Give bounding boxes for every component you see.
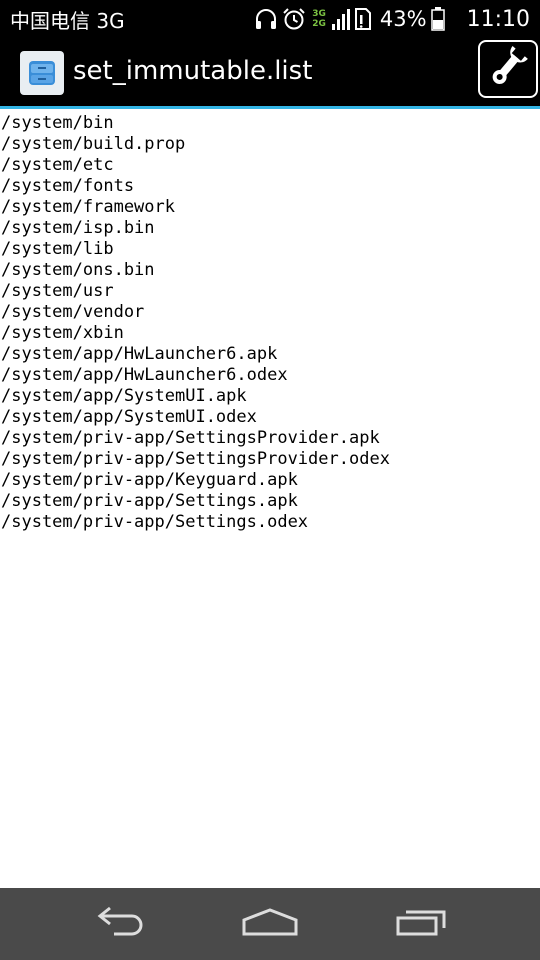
wrench-icon — [483, 44, 533, 94]
battery-percent: 43% — [379, 7, 427, 31]
recents-icon — [394, 906, 450, 942]
list-item: /system/priv-app/Settings.odex — [1, 512, 309, 532]
signal-icon — [331, 8, 350, 30]
list-item: /system/vendor — [1, 302, 145, 322]
list-item: /system/app/SystemUI.odex — [1, 407, 257, 427]
screen: 中国电信 3G 3G 2G 43% 11:10 set_immutable.li… — [0, 0, 540, 960]
status-bar: 中国电信 3G 3G 2G 43% 11:10 — [0, 0, 540, 38]
tools-button[interactable] — [478, 40, 538, 98]
list-item: /system/etc — [1, 155, 114, 175]
list-item: /system/priv-app/SettingsProvider.odex — [1, 449, 390, 469]
network-type-bottom: 2G — [312, 19, 326, 29]
carrier-label: 中国电信 3G — [10, 8, 125, 33]
clock: 11:10 — [466, 6, 530, 32]
list-item: /system/priv-app/Settings.apk — [1, 491, 298, 511]
file-manager-icon[interactable] — [20, 51, 64, 95]
home-button[interactable] — [230, 904, 310, 944]
sim-icon — [354, 7, 372, 31]
list-item: /system/framework — [1, 197, 175, 217]
home-icon — [241, 906, 299, 942]
action-bar: set_immutable.list — [0, 38, 540, 106]
list-item: /system/xbin — [1, 323, 124, 343]
recents-button[interactable] — [382, 904, 462, 944]
list-item: /system/app/HwLauncher6.apk — [1, 344, 278, 364]
list-item: /system/fonts — [1, 176, 135, 196]
list-item: /system/app/HwLauncher6.odex — [1, 365, 288, 385]
list-item: /system/priv-app/SettingsProvider.apk — [1, 428, 380, 448]
page-title: set_immutable.list — [73, 56, 313, 86]
network-type-top: 3G — [312, 9, 326, 19]
headphones-icon — [254, 7, 278, 31]
action-bar-divider — [0, 106, 540, 109]
alarm-icon — [282, 7, 306, 31]
list-item: /system/ons.bin — [1, 260, 155, 280]
list-item: /system/build.prop — [1, 134, 186, 154]
network-type: 3G 2G — [312, 9, 326, 29]
file-content[interactable]: /system/bin /system/build.prop /system/e… — [0, 113, 540, 533]
list-item: /system/lib — [1, 239, 114, 259]
list-item: /system/app/SystemUI.apk — [1, 386, 247, 406]
list-item: /system/priv-app/Keyguard.apk — [1, 470, 298, 490]
list-item: /system/bin — [1, 113, 114, 133]
status-icons: 3G 2G 43% 11:10 — [254, 7, 530, 32]
navigation-bar — [0, 888, 540, 960]
back-icon — [92, 906, 148, 942]
list-item: /system/usr — [1, 281, 114, 301]
list-item: /system/isp.bin — [1, 218, 155, 238]
back-button[interactable] — [80, 904, 160, 944]
battery-icon — [430, 7, 445, 31]
